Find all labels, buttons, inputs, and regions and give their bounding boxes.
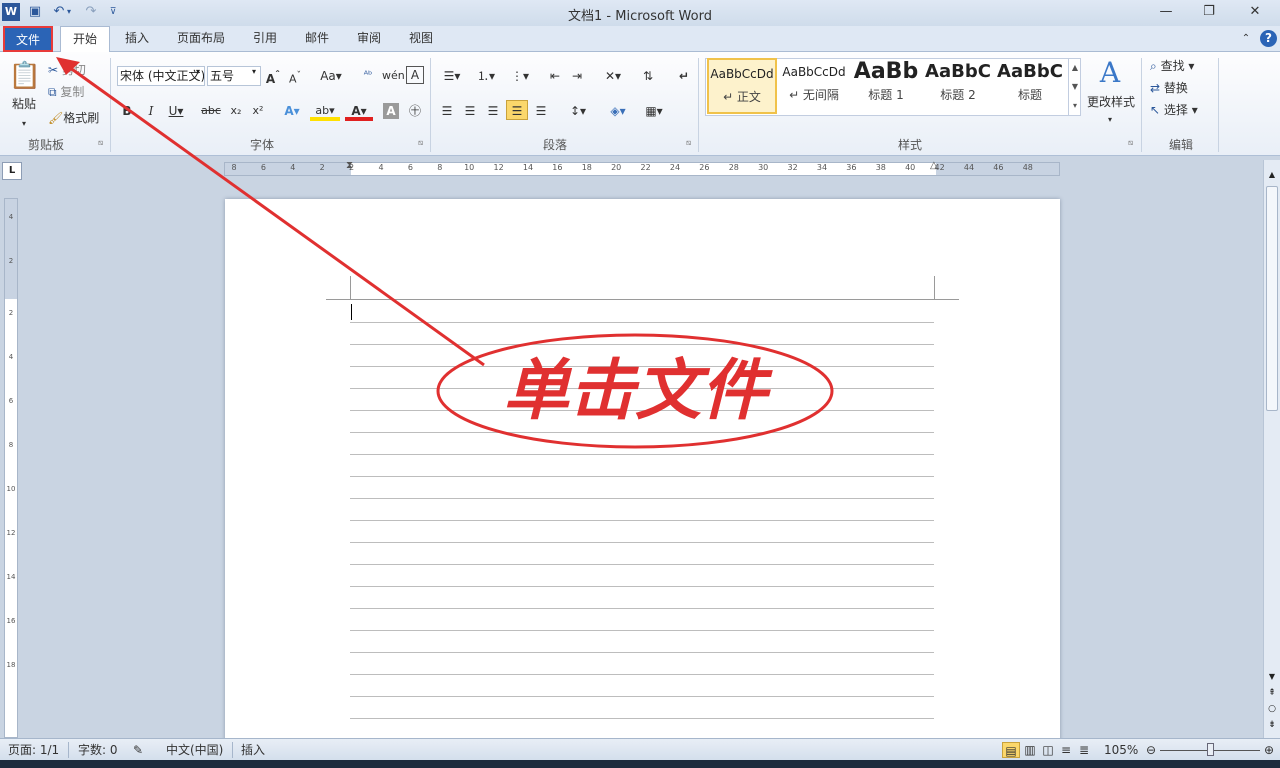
scroll-thumb[interactable] (1266, 186, 1278, 411)
word-count[interactable]: 字数: 0 (78, 742, 128, 758)
zoom-in-icon[interactable]: ⊕ (1262, 742, 1276, 758)
language-indicator[interactable]: 中文(中国) (166, 742, 226, 758)
zoom-slider-thumb[interactable] (1207, 743, 1214, 756)
annotation-text: 单击文件 (503, 351, 773, 429)
outline-icon[interactable]: ≡ (1058, 742, 1074, 758)
separator (232, 742, 233, 758)
zoom-level[interactable]: 105% (1104, 742, 1144, 758)
browse-object-icon[interactable]: ○ (1265, 704, 1279, 714)
insert-mode[interactable]: 插入 (241, 742, 271, 758)
draft-icon[interactable]: ≣ (1076, 742, 1092, 758)
annotation-arrow (61, 60, 485, 367)
prev-page-icon[interactable]: ⇞ (1265, 688, 1279, 698)
separator (68, 742, 69, 758)
status-bar: 页面: 1/1 字数: 0 ✎ 中文(中国) 插入 ▤ ▥ ◫ ≡ ≣ 105%… (0, 738, 1280, 760)
vertical-scrollbar[interactable]: ▲ ▼ ⇞ ○ ⇟ (1263, 160, 1280, 738)
next-page-icon[interactable]: ⇟ (1265, 720, 1279, 730)
zoom-out-icon[interactable]: ⊖ (1144, 742, 1158, 758)
annotation-overlay: 单击文件 (56, 57, 834, 449)
print-layout-icon[interactable]: ▤ (1002, 742, 1020, 758)
web-layout-icon[interactable]: ◫ (1040, 742, 1056, 758)
proofing-icon[interactable]: ✎ (133, 742, 151, 758)
taskbar (0, 760, 1280, 768)
page-count[interactable]: 页面: 1/1 (8, 742, 68, 758)
scroll-up-icon[interactable]: ▲ (1265, 170, 1279, 179)
scroll-down-icon[interactable]: ▼ (1265, 672, 1279, 681)
full-reading-icon[interactable]: ▥ (1022, 742, 1038, 758)
